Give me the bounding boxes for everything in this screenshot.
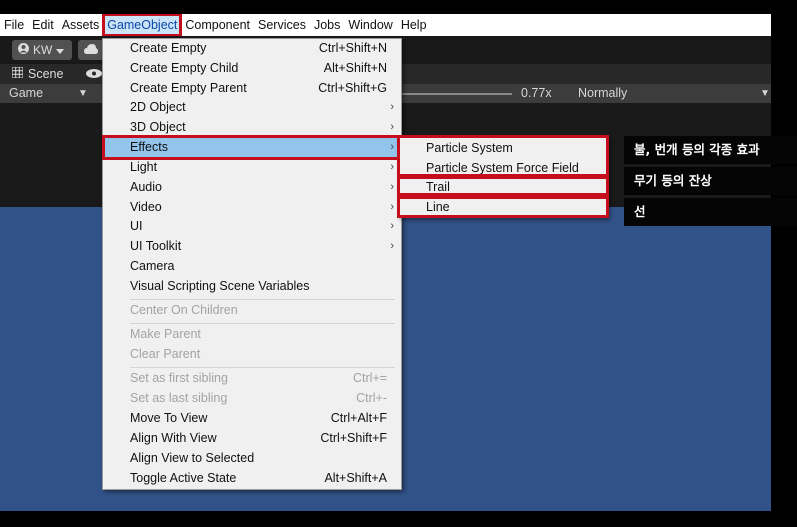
menu-item-audio[interactable]: Audio ›: [103, 178, 401, 197]
menu-item-label: Set as first sibling: [130, 371, 228, 385]
submenu-arrow-icon: ›: [390, 181, 394, 193]
menu-window[interactable]: Window: [344, 14, 396, 36]
callout-particle-effects: 불, 번개 등의 각종 효과: [624, 136, 797, 164]
menu-assets[interactable]: Assets: [58, 14, 104, 36]
menu-item-clear-parent: Clear Parent: [103, 345, 401, 364]
cloud-button[interactable]: [78, 40, 104, 60]
shortcut: Ctrl+Shift+N: [318, 41, 387, 55]
shortcut: Ctrl+Shift+F: [320, 431, 387, 445]
menu-item-2d-object[interactable]: 2D Object ›: [103, 98, 401, 117]
menu-item-ui[interactable]: UI ›: [103, 217, 401, 236]
submenu-arrow-icon: ›: [390, 240, 394, 252]
menu-item-label: Visual Scripting Scene Variables: [130, 279, 310, 293]
menu-help[interactable]: Help: [397, 14, 431, 36]
dropdown-arrow-icon: ▼: [78, 88, 88, 99]
account-dropdown[interactable]: KW: [12, 40, 72, 60]
shortcut: Ctrl+Shift+G: [318, 81, 387, 95]
menu-edit[interactable]: Edit: [28, 14, 58, 36]
menu-item-label: Align View to Selected: [130, 451, 255, 465]
menu-item-label: Audio: [130, 180, 162, 194]
menu-item-label: Set as last sibling: [130, 391, 228, 405]
submenu-item-line[interactable]: Line: [399, 197, 607, 217]
menu-item-label: Effects: [130, 140, 168, 154]
menu-item-label: Center On Children: [130, 303, 238, 317]
submenu-arrow-icon: ›: [390, 101, 394, 113]
menu-jobs[interactable]: Jobs: [310, 14, 344, 36]
menu-item-label: 3D Object: [130, 120, 186, 134]
menu-item-align-view-to-selected[interactable]: Align View to Selected: [103, 449, 401, 468]
menu-item-light[interactable]: Light ›: [103, 158, 401, 177]
menu-item-label: 2D Object: [130, 100, 186, 114]
menu-bar: File Edit Assets GameObject Component Se…: [0, 14, 771, 37]
gameobject-menu: Create Empty Ctrl+Shift+N Create Empty Ch…: [102, 38, 402, 490]
cloud-icon: [84, 43, 98, 57]
menu-item-toggle-active-state[interactable]: Toggle Active State Alt+Shift+A: [103, 469, 401, 488]
menu-item-label: Create Empty Child: [130, 61, 239, 75]
account-icon: [18, 43, 29, 57]
menu-item-label: Clear Parent: [130, 347, 201, 361]
menu-gameobject[interactable]: GameObject: [102, 14, 183, 37]
screenshot-stage: File Edit Assets GameObject Component Se…: [0, 0, 797, 527]
menu-item-3d-object[interactable]: 3D Object ›: [103, 118, 401, 137]
display-dropdown[interactable]: Game: [9, 84, 43, 103]
menu-item-label: Make Parent: [130, 327, 201, 341]
menu-item-video[interactable]: Video ›: [103, 198, 401, 217]
submenu-arrow-icon: ›: [390, 141, 394, 153]
menu-item-label: Move To View: [130, 411, 208, 425]
scale-value: 0.77x: [521, 86, 552, 100]
tab-scene-label: Scene: [28, 67, 64, 81]
tab-scene[interactable]: Scene: [6, 64, 69, 84]
menu-separator: [130, 323, 395, 324]
callout-line: 선: [624, 198, 797, 226]
menu-item-effects[interactable]: Effects ›: [102, 135, 402, 160]
menu-item-label: UI: [130, 219, 143, 233]
menu-item-label: Create Empty Parent: [130, 81, 247, 95]
submenu-arrow-icon: ›: [390, 201, 394, 213]
scene-icon: [11, 66, 24, 81]
submenu-item-particle-system[interactable]: Particle System: [399, 138, 607, 158]
shortcut: Ctrl+-: [356, 391, 387, 405]
menu-item-set-as-first-sibling: Set as first sibling Ctrl+=: [103, 369, 401, 388]
menu-item-align-with-view[interactable]: Align With View Ctrl+Shift+F: [103, 429, 401, 448]
menu-item-create-empty[interactable]: Create Empty Ctrl+Shift+N: [103, 39, 401, 58]
menu-item-label: Camera: [130, 259, 175, 273]
menu-services[interactable]: Services: [254, 14, 310, 36]
menu-item-label: Align With View: [130, 431, 217, 445]
dropdown-arrow-icon: [56, 43, 65, 57]
effects-submenu: Particle System Particle System Force Fi…: [398, 136, 608, 218]
menu-component[interactable]: Component: [181, 14, 254, 36]
menu-item-label: Toggle Active State: [130, 471, 237, 485]
menu-item-set-as-last-sibling: Set as last sibling Ctrl+-: [103, 389, 401, 408]
submenu-item-particle-system-force-field[interactable]: Particle System Force Field: [399, 158, 607, 178]
menu-item-make-parent: Make Parent: [103, 325, 401, 344]
menu-item-label: Create Empty: [130, 41, 207, 55]
menu-item-label: Video: [130, 200, 162, 214]
menu-item-label: UI Toolkit: [130, 239, 182, 253]
shortcut: Ctrl+Alt+F: [330, 411, 387, 425]
menu-file[interactable]: File: [0, 14, 28, 36]
shortcut: Ctrl+=: [352, 371, 387, 385]
submenu-arrow-icon: ›: [390, 161, 394, 173]
play-mode-dropdown[interactable]: Normally: [578, 84, 627, 103]
visibility-icon: [86, 67, 102, 81]
menu-item-label: Light: [130, 160, 158, 174]
submenu-item-trail[interactable]: Trail: [399, 177, 607, 197]
submenu-arrow-icon: ›: [390, 121, 394, 133]
menu-item-ui-toolkit[interactable]: UI Toolkit ›: [103, 237, 401, 256]
shortcut: Alt+Shift+A: [324, 471, 387, 485]
submenu-arrow-icon: ›: [390, 220, 394, 232]
scale-slider[interactable]: [402, 93, 512, 95]
menu-item-camera[interactable]: Camera: [103, 257, 401, 276]
menu-item-visual-scripting-scene-variables[interactable]: Visual Scripting Scene Variables: [103, 277, 401, 296]
menu-item-create-empty-child[interactable]: Create Empty Child Alt+Shift+N: [103, 59, 401, 78]
menu-item-create-empty-parent[interactable]: Create Empty Parent Ctrl+Shift+G: [103, 79, 401, 98]
shortcut: Alt+Shift+N: [323, 61, 387, 75]
menu-item-move-to-view[interactable]: Move To View Ctrl+Alt+F: [103, 409, 401, 428]
callout-trail: 무기 등의 잔상: [624, 167, 797, 195]
menu-separator: [130, 299, 395, 300]
menu-separator: [130, 367, 395, 368]
account-label: KW: [33, 43, 53, 57]
menu-item-center-on-children: Center On Children: [103, 301, 401, 320]
dropdown-arrow-icon: ▼: [760, 88, 770, 99]
